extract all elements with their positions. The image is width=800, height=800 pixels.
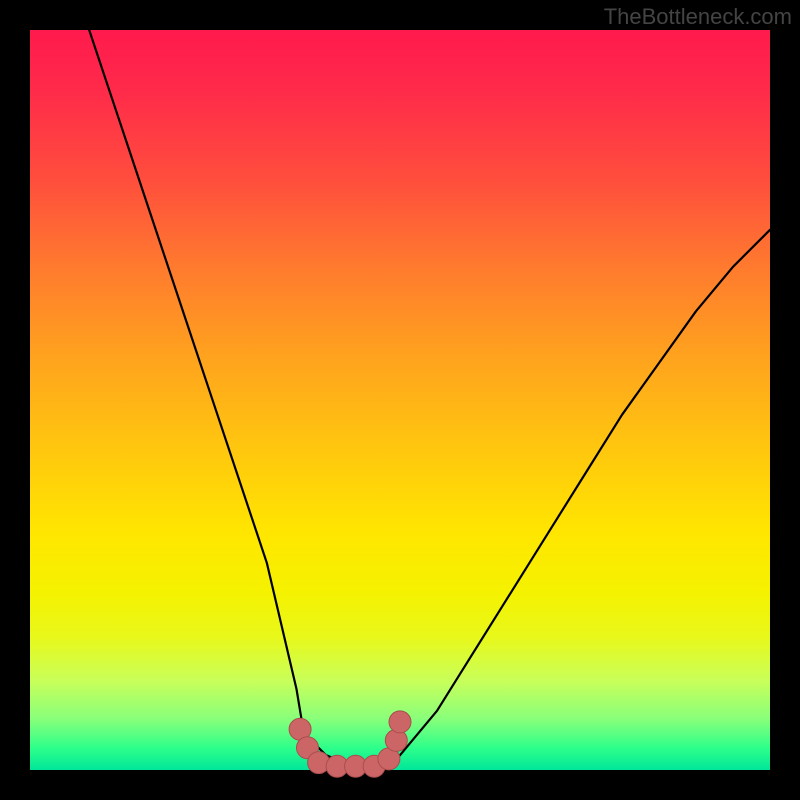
optimal-zone-markers: [289, 711, 411, 777]
attribution-watermark: TheBottleneck.com: [604, 4, 792, 30]
chart-overlay: [30, 30, 770, 770]
optimal-marker: [389, 711, 411, 733]
bottleneck-curve: [89, 30, 770, 770]
